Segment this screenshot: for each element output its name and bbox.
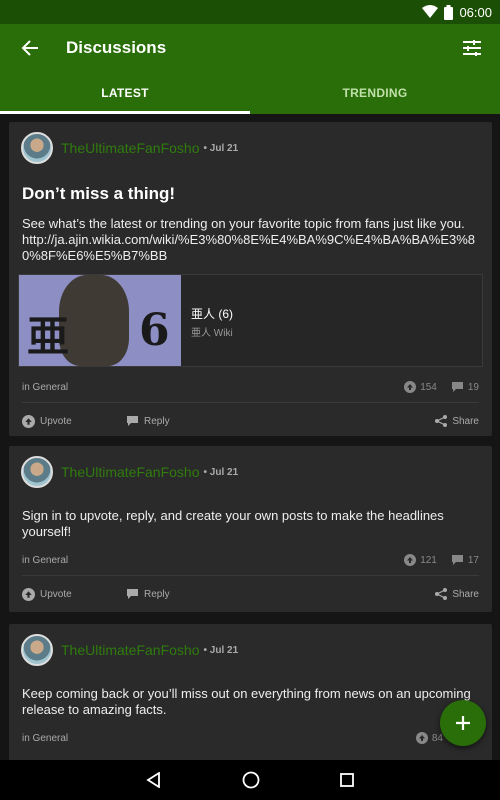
back-button[interactable] [0, 24, 60, 72]
author-name[interactable]: TheUltimateFanFosho [61, 140, 200, 156]
author-name[interactable]: TheUltimateFanFosho [61, 464, 200, 480]
home-circle-icon[interactable] [242, 771, 260, 789]
system-nav-bar [0, 760, 500, 800]
reply-button[interactable]: Reply [126, 588, 435, 600]
avatar[interactable] [21, 132, 53, 164]
post-header: TheUltimateFanFosho • Jul 21 [9, 624, 492, 676]
share-label: Share [452, 415, 479, 427]
upvote-icon [22, 414, 35, 428]
post-card[interactable]: TheUltimateFanFosho • Jul 21 Don’t miss … [9, 122, 492, 436]
post-card[interactable]: TheUltimateFanFosho • Jul 21 Keep coming… [9, 624, 492, 760]
reply-bubble-icon [127, 416, 138, 426]
link-preview[interactable]: 亜 6 亜人 (6) 亜人 Wiki [18, 274, 483, 367]
reply-bubble-icon [127, 589, 138, 599]
tab-bar: LATEST TRENDING [0, 72, 500, 114]
upvote-count: 154 [404, 381, 437, 393]
upvote-label: Upvote [40, 588, 72, 600]
share-icon [435, 588, 448, 600]
plus-icon [456, 716, 470, 730]
upvote-button[interactable]: Upvote [22, 587, 126, 601]
cover-figure [59, 275, 129, 366]
author-name[interactable]: TheUltimateFanFosho [61, 642, 200, 658]
post-feed[interactable]: TheUltimateFanFosho • Jul 21 Don’t miss … [0, 114, 500, 760]
preview-site: 亜人 Wiki [191, 328, 233, 339]
post-category[interactable]: in General [22, 733, 402, 744]
post-header: TheUltimateFanFosho • Jul 21 [9, 122, 492, 174]
share-label: Share [452, 588, 479, 600]
battery-icon [444, 4, 454, 20]
share-button[interactable]: Share [435, 415, 479, 427]
post-category[interactable]: in General [22, 555, 390, 566]
wifi-icon [422, 5, 439, 18]
post-actions: Upvote Reply Share [9, 403, 492, 439]
reply-count-value: 19 [467, 381, 479, 393]
reply-bubble-icon [451, 555, 463, 565]
post-date: • Jul 21 [203, 466, 239, 478]
share-icon [435, 415, 448, 427]
back-arrow-icon [21, 40, 38, 56]
reply-count: 17 [451, 554, 479, 566]
filter-sliders-icon [463, 40, 481, 56]
upvote-count-value: 154 [420, 381, 437, 393]
post-card[interactable]: TheUltimateFanFosho • Jul 21 Sign in to … [9, 446, 492, 612]
filter-button[interactable] [444, 24, 500, 72]
upvote-button[interactable]: Upvote [22, 414, 126, 428]
tab-latest[interactable]: LATEST [0, 72, 250, 114]
share-button[interactable]: Share [435, 588, 479, 600]
status-time: 06:00 [459, 4, 492, 20]
status-bar: 06:00 [0, 0, 500, 24]
reply-count-value: 17 [467, 554, 479, 566]
reply-label: Reply [144, 588, 170, 600]
post-stats: in General 121 17 [9, 545, 492, 575]
post-body: Sign in to upvote, reply, and create you… [22, 508, 444, 539]
post-actions: Upvote Reply Share [9, 576, 492, 612]
upvote-count-value: 121 [420, 554, 437, 566]
upvote-icon [22, 587, 35, 601]
preview-thumbnail: 亜 6 [19, 275, 181, 366]
avatar[interactable] [21, 456, 53, 488]
cover-volume-number: 6 [139, 305, 170, 356]
post-stats: in General 84 [9, 723, 492, 753]
post-body: Keep coming back or you’ll miss out on e… [22, 686, 471, 717]
upvote-count: 84 [415, 732, 443, 744]
avatar[interactable] [21, 634, 53, 666]
post-title: Don’t miss a thing! [22, 184, 175, 203]
page-title: Discussions [66, 38, 167, 57]
post-date: • Jul 21 [203, 644, 239, 656]
upvote-icon [404, 554, 417, 566]
new-post-button[interactable] [440, 700, 486, 746]
back-triangle-icon[interactable] [146, 772, 162, 788]
upvote-icon [415, 732, 428, 744]
reply-label: Reply [144, 415, 170, 427]
cover-glyph: 亜 [27, 312, 70, 361]
post-body: See what’s the latest or trending on you… [22, 216, 476, 263]
post-date: • Jul 21 [203, 142, 239, 154]
preview-title: 亜人 (6) [191, 307, 234, 321]
reply-bubble-icon [451, 382, 463, 392]
preview-meta: 亜人 (6) 亜人 Wiki [181, 275, 233, 366]
post-stats: in General 154 19 [9, 372, 492, 402]
reply-count: 19 [451, 381, 479, 393]
reply-button[interactable]: Reply [126, 415, 435, 427]
upvote-icon [404, 381, 417, 393]
tab-trending[interactable]: TRENDING [250, 72, 500, 114]
app-bar: Discussions [0, 24, 500, 72]
post-category[interactable]: in General [22, 382, 390, 393]
upvote-label: Upvote [40, 415, 72, 427]
post-header: TheUltimateFanFosho • Jul 21 [9, 446, 492, 498]
recents-square-icon[interactable] [340, 773, 354, 787]
upvote-count-value: 84 [431, 732, 443, 744]
upvote-count: 121 [404, 554, 437, 566]
